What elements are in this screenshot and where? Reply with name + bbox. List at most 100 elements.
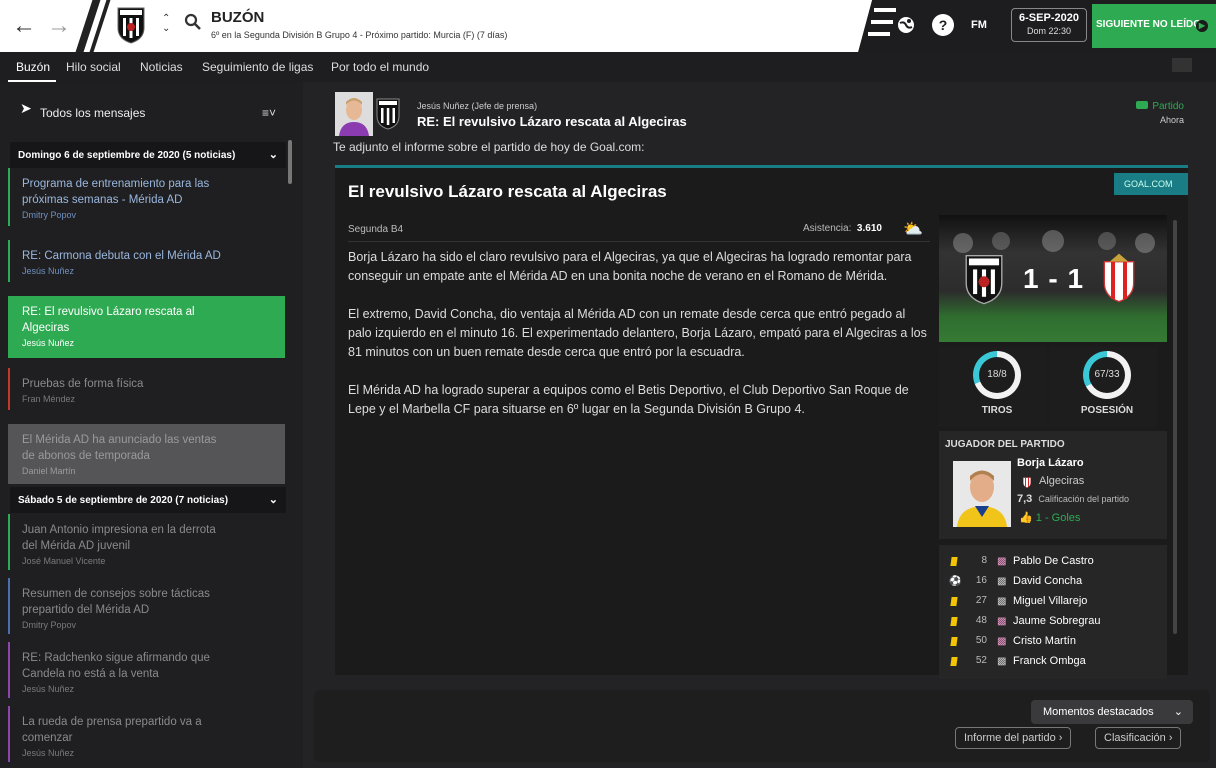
player-of-the-match[interactable]: JUGADOR DEL PARTIDO Borja Lázaro Algecir… xyxy=(939,431,1167,539)
yellow-card-icon xyxy=(950,637,958,646)
article-body: Borja Lázaro ha sido el claro revulsivo … xyxy=(348,248,930,438)
list-item[interactable]: El Mérida AD ha anunciado las ventas de … xyxy=(8,424,285,484)
list-item[interactable]: Programa de entrenamiento para las próxi… xyxy=(8,168,285,226)
decor-shape xyxy=(858,0,898,52)
event-minute: 50 xyxy=(975,635,987,646)
match-event[interactable]: 50 ▩ Cristo Martín xyxy=(939,633,1167,653)
list-item[interactable]: RE: Carmona debuta con el Mérida AD Jesú… xyxy=(8,240,285,282)
match-events: 8 ▩ Pablo De Castro ⚽ 16 ▩ David Concha … xyxy=(939,545,1167,679)
message-tag[interactable]: Partido xyxy=(1136,101,1184,112)
message-sender: Jesús Nuñez xyxy=(22,338,75,348)
merida-crest-icon: ▩ xyxy=(997,596,1007,607)
news-article: GOAL.COM El revulsivo Lázaro rescata al … xyxy=(335,165,1188,679)
player-avatar[interactable] xyxy=(953,461,1011,527)
event-minute: 16 xyxy=(975,575,987,586)
date-group-header[interactable]: Domingo 6 de septiembre de 2020 (5 notic… xyxy=(10,142,286,168)
article-title: El revulsivo Lázaro rescata al Algeciras xyxy=(348,182,667,201)
message-sender: Daniel Martín xyxy=(22,466,76,476)
match-event[interactable]: 52 ▩ Franck Ombga xyxy=(939,653,1167,673)
possession-value: 67/33 xyxy=(1089,357,1125,393)
highlights-button[interactable]: Momentos destacados ⌄ xyxy=(1031,700,1193,724)
list-item-selected[interactable]: RE: El revulsivo Lázaro rescata al Algec… xyxy=(8,296,285,358)
motm-goals: 👍 1 - Goles xyxy=(1019,511,1080,524)
list-options-icon[interactable]: ≡˅ xyxy=(262,106,276,120)
tab-overflow-button[interactable] xyxy=(1172,58,1192,72)
scoreboard[interactable]: 1 - 1 xyxy=(939,215,1167,342)
arrow-right-icon: ▶ xyxy=(1196,20,1208,32)
event-player[interactable]: David Concha xyxy=(1013,575,1082,587)
list-item[interactable]: Resumen de consejos sobre tácticas prepa… xyxy=(8,578,285,634)
yellow-card-icon xyxy=(950,597,958,606)
club-crest-icon[interactable] xyxy=(116,6,146,44)
all-messages-filter[interactable]: Todos los mensajes xyxy=(40,106,145,120)
tab-hilo-social[interactable]: Hilo social xyxy=(66,60,121,74)
thumbs-up-icon: 👍 xyxy=(1019,512,1033,524)
search-icon[interactable] xyxy=(184,13,202,31)
message-sender: Jesús Nuñez xyxy=(22,748,75,758)
message-subject: La rueda de prensa prepartido va a comen… xyxy=(22,716,202,744)
tab-seguimiento-ligas[interactable]: Seguimiento de ligas xyxy=(202,60,313,74)
sidebar-scrollbar[interactable] xyxy=(288,140,292,184)
weather-cloudy-icon: ⛅ xyxy=(903,221,923,238)
tab-noticias[interactable]: Noticias xyxy=(140,60,183,74)
help-icon[interactable]: ? xyxy=(932,14,954,36)
next-unread-button[interactable]: SIGUIENTE NO LEÍDO ▶ xyxy=(1092,4,1216,48)
event-minute: 8 xyxy=(981,555,987,566)
tab-por-todo-el-mundo[interactable]: Por todo el mundo xyxy=(331,60,429,74)
yellow-card-icon xyxy=(950,617,958,626)
article-league[interactable]: Segunda B4 xyxy=(348,224,403,235)
yellow-card-icon xyxy=(950,657,958,666)
event-minute: 52 xyxy=(975,655,987,666)
article-paragraph: El Mérida AD ha logrado superar a equipo… xyxy=(348,383,909,416)
goal-ball-icon: ⚽ xyxy=(949,576,962,587)
message-sender: Dmitry Popov xyxy=(22,620,77,630)
back-arrow-icon[interactable]: ← xyxy=(12,12,36,40)
yellow-card-icon xyxy=(950,557,958,566)
message-sender: Jesús Nuñez (Jefe de prensa) xyxy=(417,101,538,111)
club-switch-icon[interactable]: ⌃ ⌄ xyxy=(162,14,170,34)
possession-stat: 67/33 POSESIÓN xyxy=(1049,347,1157,427)
list-item[interactable]: Juan Antonio impresiona en la derrota de… xyxy=(8,514,285,570)
event-player[interactable]: Cristo Martín xyxy=(1013,635,1076,647)
current-date: 6-SEP-2020 xyxy=(1019,12,1079,24)
article-paragraph: Borja Lázaro ha sido el claro revulsivo … xyxy=(348,250,912,283)
event-player[interactable]: Jaume Sobregrau xyxy=(1013,615,1100,627)
motm-club[interactable]: Algeciras xyxy=(1039,475,1084,487)
match-report-button[interactable]: Informe del partido › xyxy=(955,727,1072,749)
source-tag: GOAL.COM xyxy=(1114,173,1188,195)
home-crest-icon xyxy=(965,255,1003,305)
list-item[interactable]: La rueda de prensa prepartido va a comen… xyxy=(8,706,285,762)
motm-goals-label: 1 - Goles xyxy=(1035,512,1081,524)
highlights-label: Momentos destacados xyxy=(1043,706,1154,718)
standings-button[interactable]: Clasificación › xyxy=(1095,727,1182,749)
club-crest-icon xyxy=(376,98,400,130)
list-item[interactable]: Pruebas de forma física Fran Méndez xyxy=(8,368,285,410)
forward-arrow-icon[interactable]: → xyxy=(47,12,71,40)
chevron-down-icon: ⌄ xyxy=(268,149,278,161)
message-subject: RE: Radchenko sigue afirmando que Candel… xyxy=(22,652,210,680)
match-event[interactable]: ⚽ 16 ▩ David Concha xyxy=(939,573,1167,593)
date-display[interactable]: 6-SEP-2020 Dom 22:30 xyxy=(1011,8,1087,42)
motm-name[interactable]: Borja Lázaro xyxy=(1017,457,1084,469)
possession-label: POSESIÓN xyxy=(1080,405,1134,416)
standings-label: Clasificación xyxy=(1104,732,1166,744)
algeciras-crest-icon: ▩ xyxy=(997,616,1007,627)
fm-menu-button[interactable]: FM xyxy=(971,19,987,31)
match-event[interactable]: 48 ▩ Jaume Sobregrau xyxy=(939,613,1167,633)
event-player[interactable]: Pablo De Castro xyxy=(1013,555,1094,567)
article-scrollbar[interactable] xyxy=(1173,220,1177,634)
list-item[interactable]: RE: Radchenko sigue afirmando que Candel… xyxy=(8,642,285,698)
match-event[interactable]: 27 ▩ Miguel Villarejo xyxy=(939,593,1167,613)
date-group-label: Sábado 5 de septiembre de 2020 (7 notici… xyxy=(18,495,229,506)
motm-rating-label: Calificación del partido xyxy=(1038,494,1129,504)
tab-buzon[interactable]: Buzón xyxy=(16,60,50,74)
event-player[interactable]: Miguel Villarejo xyxy=(1013,595,1087,607)
sender-avatar[interactable] xyxy=(335,92,373,136)
algeciras-crest-icon xyxy=(1023,477,1031,488)
possession-ring: 67/33 xyxy=(1083,351,1131,399)
event-player[interactable]: Franck Ombga xyxy=(1013,655,1086,667)
algeciras-crest-icon: ▩ xyxy=(997,636,1007,647)
world-icon[interactable] xyxy=(896,15,916,35)
date-group-header[interactable]: Sábado 5 de septiembre de 2020 (7 notici… xyxy=(10,487,286,513)
match-event[interactable]: 8 ▩ Pablo De Castro xyxy=(939,553,1167,573)
